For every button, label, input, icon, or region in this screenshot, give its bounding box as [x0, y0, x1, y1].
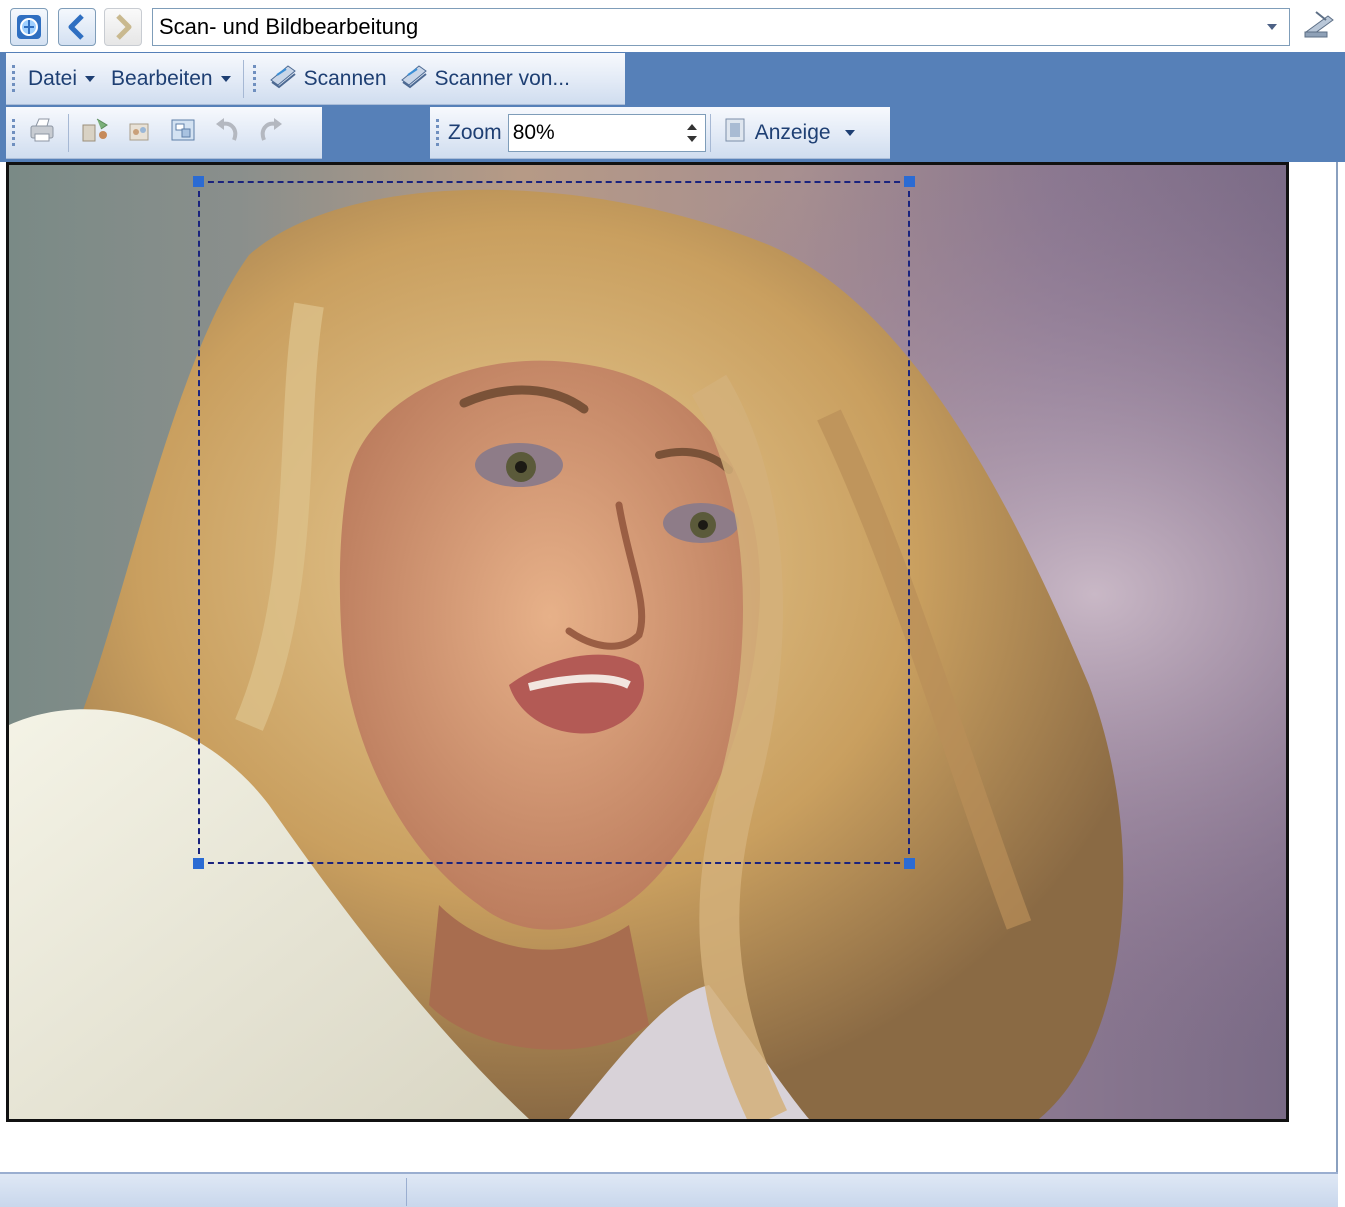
fit-button[interactable]	[161, 107, 205, 158]
rotate-tools-button[interactable]	[73, 107, 117, 158]
zoom-spinbox[interactable]: 80%	[507, 113, 706, 152]
undo-icon	[212, 116, 242, 149]
undo-button[interactable]	[205, 107, 249, 158]
scan-from-label: Scanner von...	[434, 66, 570, 90]
caret-down-icon	[220, 75, 231, 82]
scanner-icon	[268, 63, 298, 95]
grip-handle[interactable]	[430, 107, 444, 158]
scan-button[interactable]: Scannen	[262, 53, 393, 104]
arrow-left-icon	[65, 13, 89, 41]
selection-handle-top-right[interactable]	[904, 176, 915, 187]
image-tools-strip	[6, 107, 322, 159]
print-icon	[27, 116, 57, 149]
globe-home-icon	[15, 13, 43, 41]
zoom-value: 80%	[512, 120, 555, 144]
scan-from-button[interactable]: Scanner von...	[393, 53, 576, 104]
grip-handle[interactable]	[6, 107, 20, 158]
home-button[interactable]	[10, 8, 48, 46]
menu-datei-label: Datei	[28, 66, 78, 90]
back-button[interactable]	[58, 8, 96, 46]
crop-selection[interactable]	[198, 181, 910, 864]
view-menu-button[interactable]: Anzeige	[715, 107, 861, 158]
grip-handle[interactable]	[248, 53, 262, 104]
separator	[242, 59, 244, 98]
scan-label: Scannen	[303, 66, 387, 90]
separator	[709, 113, 711, 152]
status-divider	[406, 1178, 407, 1206]
address-row: Scan- und Bildbearbeitung	[0, 0, 1345, 52]
grip-handle[interactable]	[6, 53, 20, 104]
scanner-icon	[399, 63, 429, 95]
view-label: Anzeige	[754, 120, 831, 144]
scanner-icon	[1302, 10, 1336, 45]
print-button[interactable]	[20, 107, 64, 158]
menu-strip: Datei Bearbeiten Scannen Scanner von...	[6, 53, 625, 105]
separator	[68, 113, 69, 152]
status-bar	[0, 1172, 1338, 1207]
menu-bearbeiten-label: Bearbeiten	[111, 66, 213, 90]
zoom-strip: Zoom 80% Anzeige	[430, 107, 890, 159]
spin-arrows-icon[interactable]	[679, 115, 705, 151]
forward-button[interactable]	[104, 8, 142, 46]
zoom-label: Zoom	[448, 120, 502, 144]
arrow-right-icon	[111, 13, 135, 41]
chevron-down-icon[interactable]	[1255, 9, 1289, 45]
fit-icon	[168, 116, 198, 149]
redo-icon	[256, 116, 286, 149]
caret-down-icon	[85, 75, 96, 82]
redo-button[interactable]	[249, 107, 293, 158]
adjust-button[interactable]	[117, 107, 161, 158]
selection-handle-bottom-left[interactable]	[193, 858, 204, 869]
address-text: Scan- und Bildbearbeitung	[159, 14, 419, 39]
selection-handle-bottom-right[interactable]	[904, 858, 915, 869]
rotate-tools-icon	[79, 115, 111, 150]
address-combobox[interactable]: Scan- und Bildbearbeitung	[152, 8, 1290, 46]
caret-down-icon	[844, 129, 855, 136]
selection-handle-top-left[interactable]	[193, 176, 204, 187]
menu-bearbeiten[interactable]: Bearbeiten	[103, 53, 239, 104]
canvas-border	[1336, 162, 1338, 1172]
adjust-icon	[124, 116, 154, 149]
menu-datei[interactable]: Datei	[20, 53, 103, 104]
scanner-button[interactable]	[1300, 8, 1338, 46]
view-icon	[721, 116, 749, 150]
